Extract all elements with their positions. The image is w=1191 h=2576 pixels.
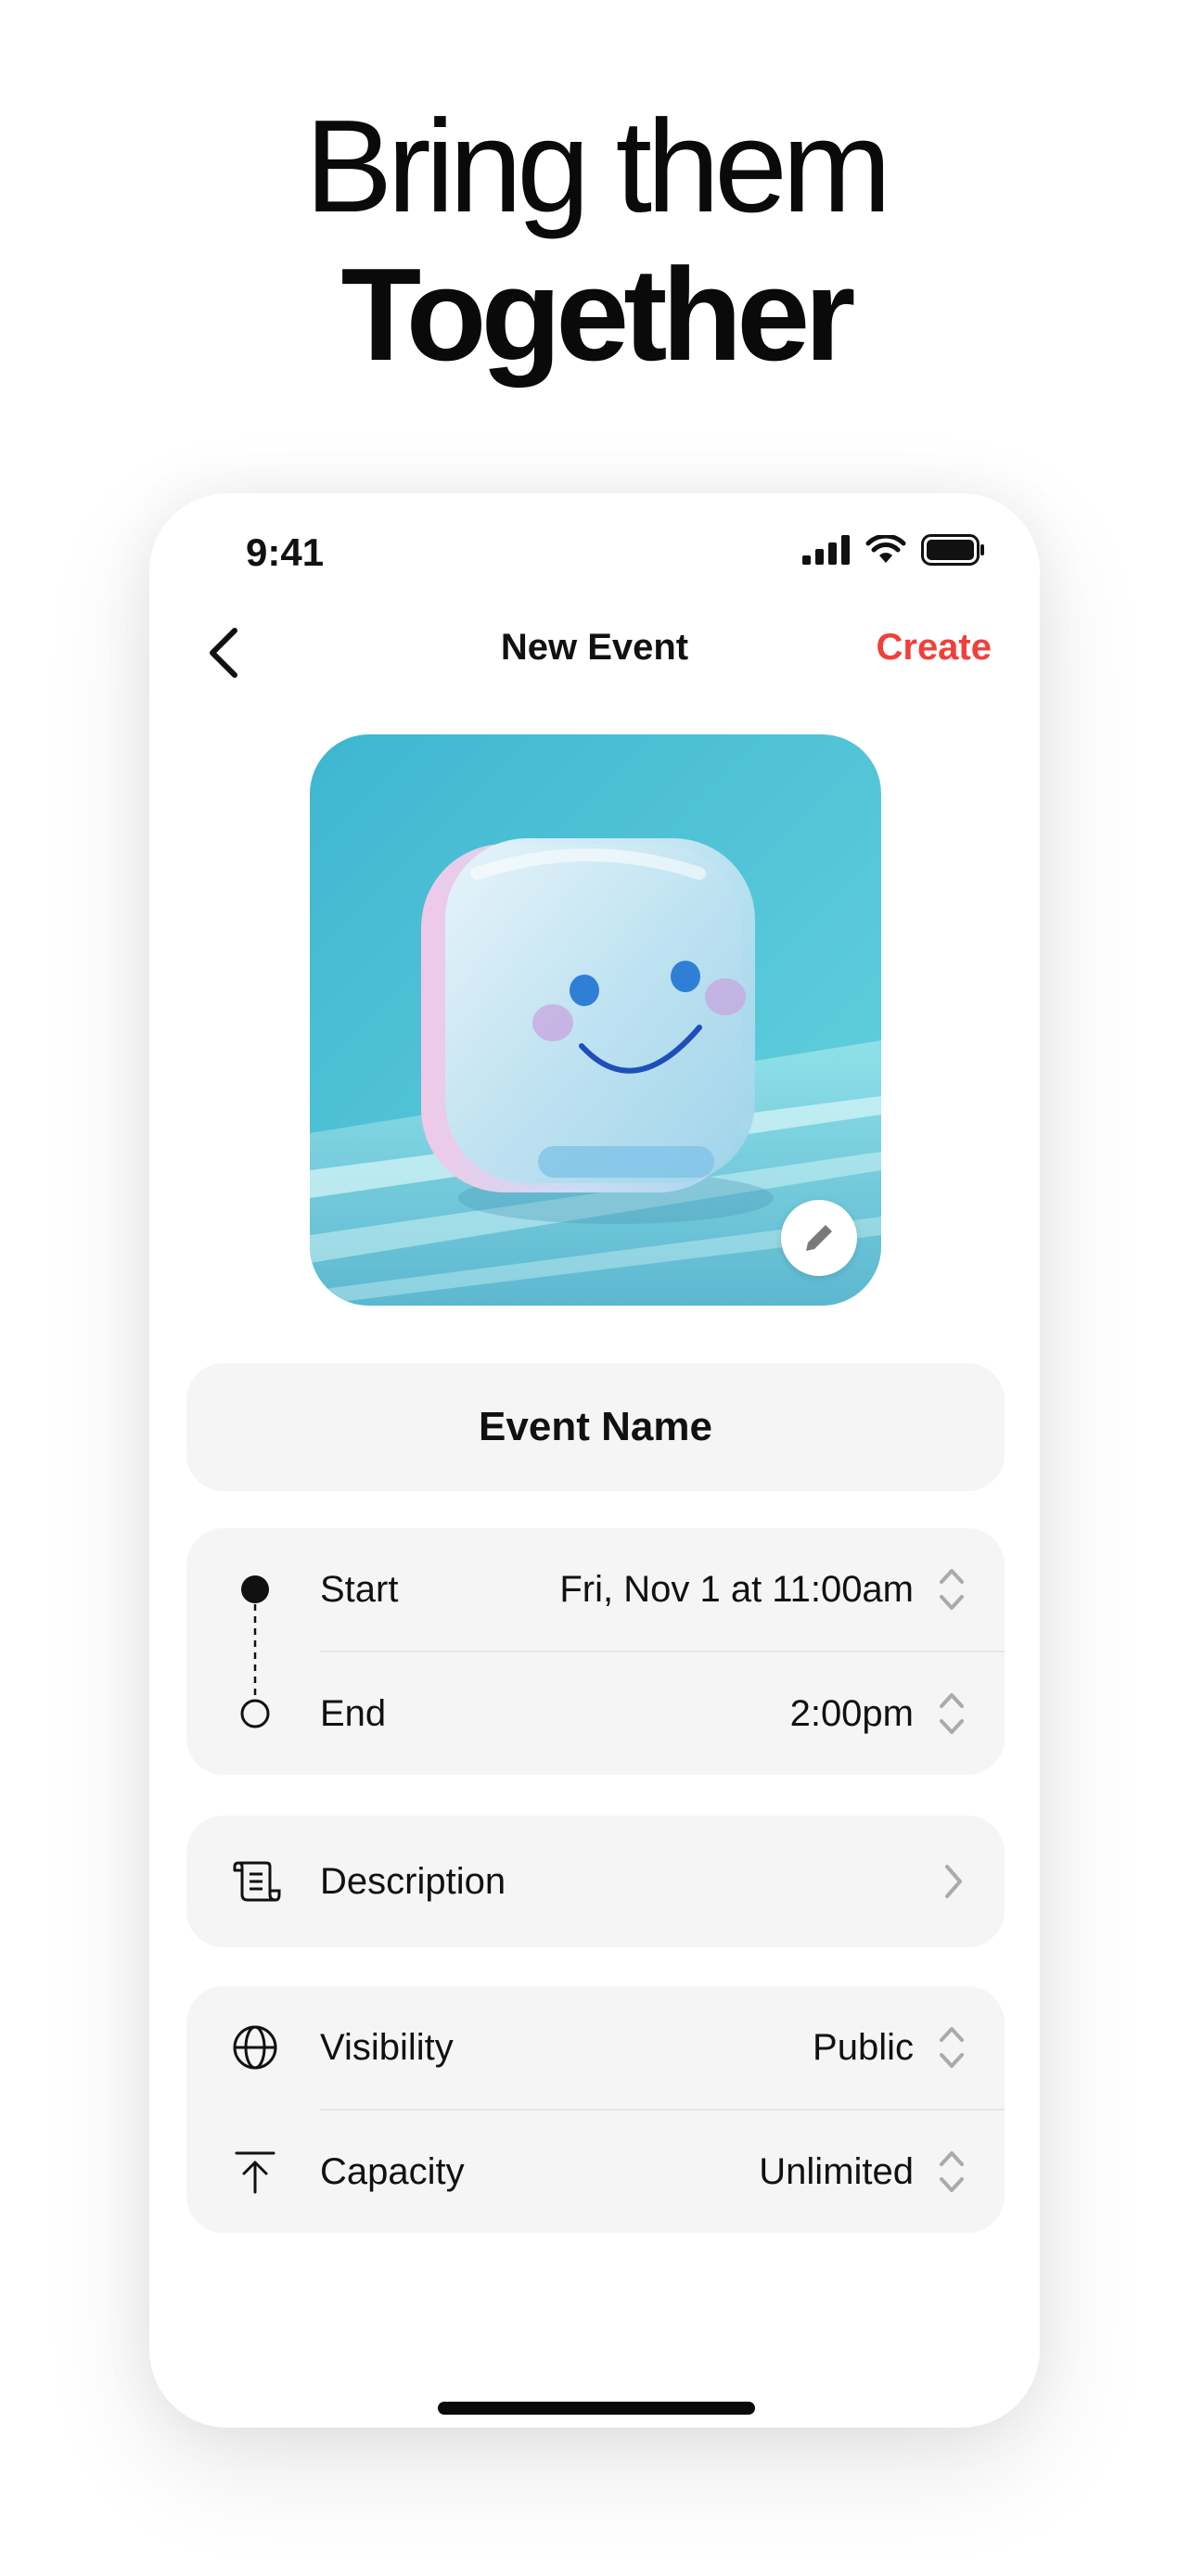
pencil-icon bbox=[806, 1221, 836, 1251]
phone-screen: 9:41 New Event Create Event Name Start F… bbox=[149, 493, 1040, 2428]
description-card[interactable]: Description bbox=[186, 1816, 1005, 1947]
visibility-label: Visibility bbox=[320, 2026, 454, 2068]
visibility-row[interactable]: Visibility Public bbox=[186, 1986, 1005, 2109]
description-label: Description bbox=[320, 1860, 506, 1902]
end-row[interactable]: End 2:00pm bbox=[186, 1652, 1005, 1775]
start-stepper-icon bbox=[940, 1569, 964, 1610]
scroll-icon bbox=[233, 1861, 281, 1902]
settings-card: Visibility Public Capacity Unlimited bbox=[186, 1986, 1005, 2233]
globe-icon bbox=[233, 2025, 277, 2070]
capacity-stepper-icon bbox=[940, 2151, 964, 2192]
schedule-card: Start Fri, Nov 1 at 11:00am End 2:00pm bbox=[186, 1528, 1005, 1775]
arrow-up-to-line-icon bbox=[235, 2151, 275, 2194]
chevron-right-icon bbox=[945, 1865, 962, 1898]
capacity-row[interactable]: Capacity Unlimited bbox=[186, 2111, 1005, 2233]
event-name-placeholder: Event Name bbox=[479, 1404, 712, 1449]
headline: Bring them Together bbox=[0, 93, 1191, 389]
end-value: 2:00pm bbox=[789, 1692, 914, 1734]
capacity-label: Capacity bbox=[320, 2150, 465, 2192]
visibility-value: Public bbox=[813, 2026, 914, 2068]
event-cover-image[interactable] bbox=[310, 734, 881, 1306]
end-label: End bbox=[320, 1692, 387, 1734]
visibility-stepper-icon bbox=[940, 2027, 964, 2068]
end-circle-icon bbox=[240, 1699, 270, 1728]
wifi-icon bbox=[865, 535, 906, 563]
battery-icon bbox=[921, 534, 984, 566]
start-value: Fri, Nov 1 at 11:00am bbox=[559, 1568, 914, 1610]
edit-cover-button[interactable] bbox=[781, 1200, 857, 1276]
capacity-value: Unlimited bbox=[759, 2150, 914, 2192]
description-row[interactable]: Description bbox=[186, 1820, 1005, 1943]
event-name-field[interactable]: Event Name bbox=[186, 1363, 1005, 1491]
status-time: 9:41 bbox=[246, 530, 325, 574]
start-row[interactable]: Start Fri, Nov 1 at 11:00am bbox=[186, 1528, 1005, 1651]
start-label: Start bbox=[320, 1568, 399, 1610]
headline-line-2: Together bbox=[340, 241, 856, 389]
cellular-signal-icon bbox=[802, 535, 850, 565]
end-stepper-icon bbox=[940, 1693, 964, 1734]
create-button[interactable]: Create bbox=[876, 627, 992, 669]
headline-line-1: Bring them bbox=[304, 93, 892, 240]
home-indicator[interactable] bbox=[438, 2402, 755, 2415]
status-icons bbox=[802, 534, 986, 566]
